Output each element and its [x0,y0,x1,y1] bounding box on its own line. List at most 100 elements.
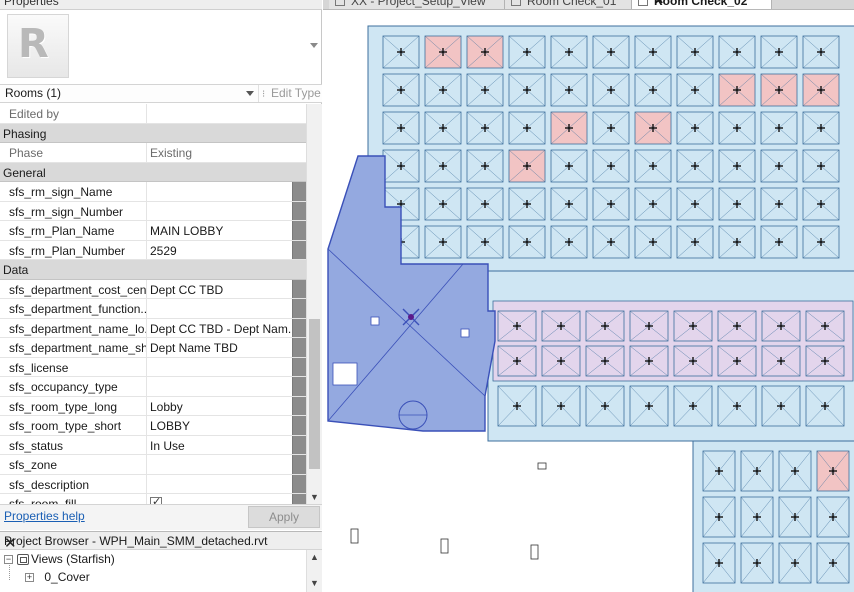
property-edit-handle[interactable] [292,494,306,504]
floor-plan[interactable] [323,11,854,592]
property-name: sfs_department_name_lo... [9,321,147,336]
type-selector[interactable]: R [7,14,69,78]
property-group-header[interactable]: Data [0,260,306,280]
column-divider [146,299,147,318]
property-edit-handle[interactable] [292,338,306,357]
property-row[interactable]: sfs_license [0,357,306,377]
property-name: sfs_room_type_long [9,399,118,414]
property-name: sfs_rm_Plan_Number [9,243,126,258]
apply-button[interactable]: Apply [248,506,320,528]
collapse-icon[interactable]: − [4,555,13,565]
element-filter-label: Rooms (1) [5,86,62,100]
property-name: sfs_occupancy_type [9,380,118,394]
filter-row: Rooms (1) ⁝ Edit Type [0,84,322,103]
property-name: sfs_department_cost_cen... [9,282,147,297]
property-value[interactable]: Lobby [150,400,292,414]
browser-scrollbar[interactable]: ▲ ▼ [306,550,322,592]
tree-item-label: 0_Cover [44,570,90,584]
column-divider [146,377,147,396]
scroll-down-icon[interactable]: ▼ [310,578,319,588]
property-value[interactable]: Dept CC TBD - Dept Nam... [150,322,292,336]
property-edit-handle[interactable] [292,279,306,298]
scroll-up-icon[interactable]: ▲ [310,552,319,562]
property-name: sfs_rm_sign_Name [9,185,113,199]
property-edit-handle[interactable] [292,377,306,396]
close-tab-icon[interactable]: ✕ [654,0,767,7]
property-row[interactable]: sfs_rm_sign_Name [0,182,306,202]
tree-item-cover[interactable]: + 0_Cover [25,570,90,587]
property-edit-handle[interactable] [292,318,306,337]
property-row[interactable]: sfs_zone [0,455,306,475]
property-value[interactable]: In Use [150,439,292,453]
expand-icon[interactable]: + [25,573,34,583]
column-divider [146,143,147,162]
property-value[interactable]: MAIN LOBBY [150,224,292,238]
tab-room-check-01[interactable]: Room Check_01 [505,0,632,9]
property-row[interactable]: sfs_occupancy_type [0,377,306,397]
property-row[interactable]: sfs_department_cost_cen... Dept CC TBD [0,279,306,299]
property-name: sfs_department_name_sh... [9,341,147,355]
property-row[interactable]: sfs_rm_Plan_Number 2529 [0,240,306,260]
property-group-header[interactable]: Phasing [0,123,306,143]
revit-r-icon: R [18,21,49,67]
property-edit-handle[interactable] [292,240,306,259]
property-value[interactable]: LOBBY [150,419,292,433]
property-name: sfs_rm_sign_Number [9,204,124,219]
property-edit-handle[interactable] [292,201,306,220]
property-edit-handle[interactable] [292,416,306,435]
properties-help-link[interactable]: Properties help [4,509,85,523]
column [460,328,470,338]
property-row[interactable]: sfs_room_type_long Lobby [0,396,306,416]
property-row[interactable]: sfs_room_type_short LOBBY [0,416,306,436]
property-edit-handle[interactable] [292,182,306,201]
type-selector-chevron-icon[interactable] [310,43,318,48]
room-fill-checkbox[interactable] [150,495,162,504]
property-edit-handle[interactable] [292,221,306,240]
view-tab-bar: XX - Project_Setup_View Room Check_01 Ro… [323,0,854,10]
property-name: sfs_rm_Plan_Name [9,224,115,238]
edit-type-button[interactable]: ⁝ Edit Type [262,86,321,100]
column-divider [146,494,147,504]
property-edit-handle[interactable] [292,299,306,318]
column-divider [146,338,147,357]
property-row[interactable]: sfs_room_fill [0,494,306,504]
properties-scrollbar[interactable]: ▼ [306,104,322,504]
property-row[interactable]: sfs_department_name_sh... Dept Name TBD [0,338,306,358]
tree-item-views[interactable]: − Views (Starfish) [4,552,115,569]
tab-project-setup-view[interactable]: XX - Project_Setup_View [329,0,505,9]
floor-plan-icon [335,0,345,6]
property-row[interactable]: sfs_department_function... [0,299,306,319]
property-row: Edited by [0,104,306,124]
revit-window: Properties R Rooms (1) ⁝ Edit Type Edited… [0,0,854,592]
property-name: sfs_description [9,477,90,492]
views-icon [17,554,29,566]
close-icon[interactable]: ✕ [4,534,318,552]
property-edit-handle[interactable] [292,435,306,454]
scroll-down-icon[interactable]: ▼ [310,492,319,502]
property-row[interactable]: sfs_rm_Plan_Name MAIN LOBBY [0,221,306,241]
property-group-header[interactable]: General [0,162,306,182]
column-divider [146,435,147,454]
tree-item-label: Views (Starfish) [31,552,115,566]
property-name: Phase [9,146,44,160]
property-edit-handle[interactable] [292,474,306,493]
property-row[interactable]: sfs_description [0,474,306,494]
tab-room-check-02[interactable]: Room Check_02 ✕ [632,0,772,9]
property-value[interactable]: 2529 [150,244,292,258]
drawing-area[interactable] [323,11,854,592]
property-value[interactable]: Dept CC TBD [150,283,292,297]
property-value: Existing [150,146,193,160]
property-row: Phase Existing [0,143,306,163]
scrollbar-thumb[interactable] [309,319,320,469]
property-edit-handle[interactable] [292,396,306,415]
property-row[interactable]: sfs_department_name_lo... Dept CC TBD - D… [0,318,306,338]
property-name: sfs_zone [9,458,58,472]
element-filter-dropdown[interactable]: Rooms (1) [1,85,259,102]
property-row[interactable]: sfs_status In Use [0,435,306,455]
property-edit-handle[interactable] [292,357,306,376]
floor-plan-icon [511,0,521,6]
property-row[interactable]: sfs_rm_sign_Number [0,201,306,221]
property-edit-handle[interactable] [292,455,306,474]
property-name: sfs_room_type_short [9,419,122,433]
property-value[interactable]: Dept Name TBD [150,341,292,355]
